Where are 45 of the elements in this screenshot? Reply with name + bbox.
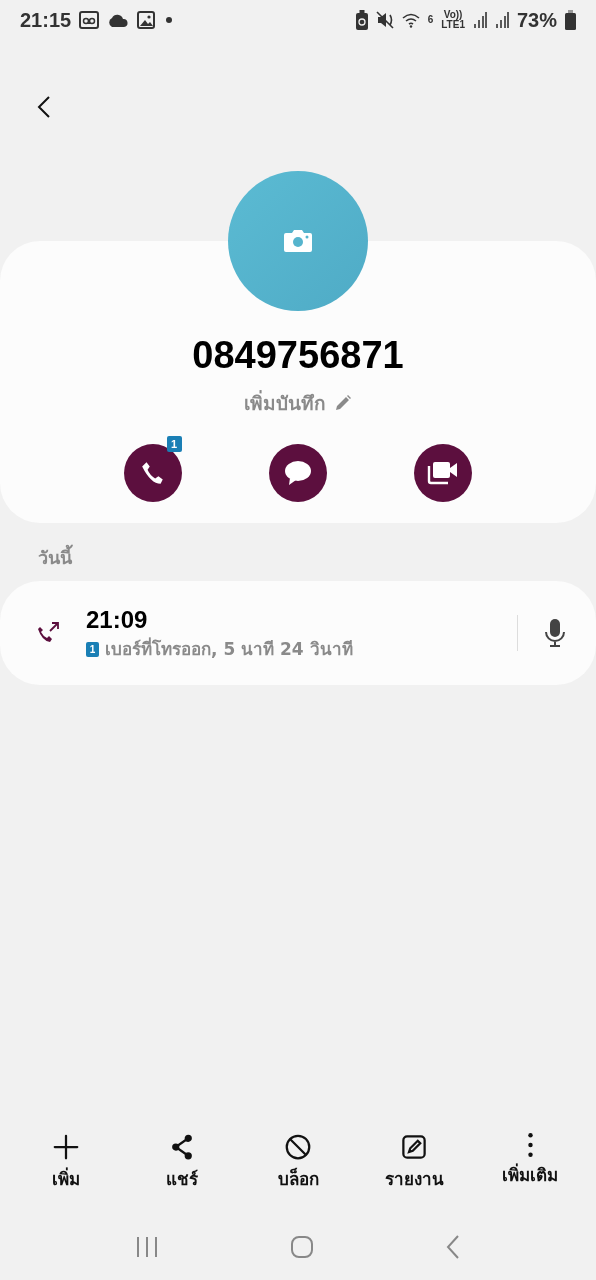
call-log-entry[interactable]: 21:09 1 เบอร์ที่โทรออก, 5 นาที 24 วินาที [0, 581, 596, 685]
call-time: 21:09 [86, 606, 149, 634]
pencil-icon [334, 394, 352, 412]
plus-icon [51, 1132, 81, 1162]
mute-icon [375, 11, 394, 29]
message-button[interactable] [269, 444, 327, 502]
outgoing-call-icon [36, 621, 60, 645]
call-detail: เบอร์ที่โทรออก, 5 นาที 24 วินาที [105, 638, 353, 660]
recent-apps-button[interactable] [135, 1236, 160, 1258]
battery-saver-icon [355, 10, 368, 30]
home-button[interactable] [290, 1235, 314, 1259]
toolbar-button[interactable]: เพิ่ม [11, 1132, 121, 1190]
toolbar-button[interactable]: เพิ่มเติม [475, 1132, 585, 1190]
signal-icon [494, 12, 509, 28]
image-icon [137, 11, 156, 29]
toolbar-button[interactable]: แชร์ [127, 1132, 237, 1190]
volte-label: Vo)) [443, 10, 463, 20]
pencil-box-icon [399, 1132, 429, 1162]
more-icon [527, 1132, 533, 1158]
battery-percent: 73% [516, 8, 557, 32]
lte-label: LTE1 [441, 20, 465, 30]
home-icon [290, 1235, 314, 1259]
recent-apps-icon [135, 1236, 160, 1258]
video-camera-icon [427, 460, 460, 486]
microphone-icon [544, 618, 566, 648]
network-type-label: 6 [427, 15, 434, 25]
microphone-button[interactable] [544, 618, 566, 648]
back-icon [444, 1235, 461, 1259]
toolbar-button[interactable]: บล็อก [243, 1132, 353, 1190]
toolbar-button[interactable]: รายงาน [359, 1132, 469, 1190]
chat-bubble-icon [284, 460, 312, 486]
back-nav-button[interactable] [444, 1235, 461, 1259]
phone-icon [139, 460, 166, 486]
wifi-icon [401, 12, 420, 28]
phone-number: 0849756871 [192, 333, 404, 378]
battery-icon [565, 10, 576, 30]
video-call-button[interactable] [414, 444, 473, 502]
cloud-icon [107, 13, 130, 27]
sim-badge: 1 [166, 436, 182, 452]
camera-icon [283, 229, 313, 253]
sim-badge: 1 [86, 641, 99, 657]
block-icon [283, 1132, 313, 1162]
voicemail-icon [79, 11, 100, 29]
signal-icon [472, 12, 487, 28]
clock: 21:15 [20, 8, 72, 32]
